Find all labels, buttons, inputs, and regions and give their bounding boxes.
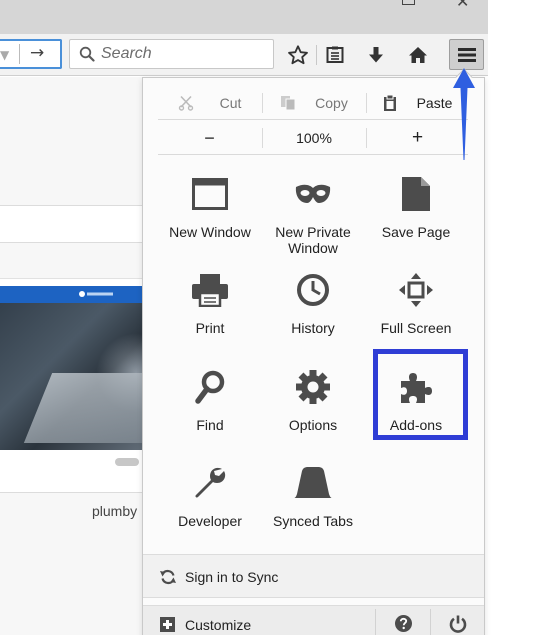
quit-button[interactable] — [431, 606, 484, 635]
sync-icon — [160, 569, 176, 585]
window-titlebar: ✕ — [0, 0, 488, 34]
synced-tabs-button[interactable]: Synced Tabs — [261, 455, 365, 547]
new-window-button[interactable]: New Window — [158, 166, 262, 258]
home-icon — [409, 47, 427, 63]
hamburger-menu-icon — [457, 47, 476, 62]
maximize-button[interactable] — [402, 0, 415, 5]
search-bar[interactable] — [69, 39, 274, 69]
printer-icon — [192, 274, 228, 307]
outside-window-area — [488, 0, 535, 635]
full-screen-icon — [399, 273, 433, 307]
find-label: Find — [196, 417, 224, 433]
thumbnail-footer-logo — [115, 458, 139, 466]
bookmarks-menu-button[interactable] — [321, 41, 349, 69]
customize-button[interactable]: Customize — [143, 606, 375, 635]
options-button[interactable]: Options — [261, 359, 365, 451]
history-button[interactable]: History — [261, 262, 365, 354]
synced-tabs-label: Synced Tabs — [273, 513, 353, 529]
paste-label: Paste — [416, 95, 453, 111]
downloads-button[interactable] — [362, 41, 390, 69]
navigation-toolbar: ▼ → — [0, 34, 488, 76]
power-icon — [449, 615, 467, 633]
find-button[interactable]: Find — [158, 359, 262, 451]
search-input[interactable] — [101, 45, 266, 63]
new-private-window-label: New Private Window — [275, 224, 351, 256]
magnifier-icon — [195, 370, 225, 404]
add-ons-highlight-box — [373, 349, 468, 440]
page-content-field — [0, 205, 142, 243]
new-window-icon — [192, 178, 228, 210]
copy-button[interactable]: Copy — [263, 86, 365, 120]
url-dropdown-icon[interactable]: ▼ — [0, 48, 9, 62]
help-question-icon — [395, 615, 412, 632]
star-icon — [288, 45, 308, 65]
zoom-controls-row: − 100% + — [158, 121, 468, 155]
download-arrow-icon — [369, 47, 383, 63]
history-clock-icon — [297, 274, 329, 306]
sign-in-to-sync-label: Sign in to Sync — [185, 569, 279, 585]
copy-label: Copy — [315, 95, 348, 111]
home-button[interactable] — [404, 41, 432, 69]
full-screen-label: Full Screen — [380, 320, 452, 336]
options-label: Options — [288, 417, 338, 433]
clipboard-icon — [383, 94, 396, 111]
new-private-window-button[interactable]: New Private Window — [261, 166, 365, 258]
thumbnail-laptop-image — [23, 373, 142, 443]
synced-tabs-icon — [294, 467, 332, 498]
cut-button[interactable]: Cut — [158, 86, 261, 120]
print-label: Print — [195, 320, 225, 336]
thumbnail-photo — [0, 303, 142, 450]
go-arrow-icon[interactable]: → — [30, 43, 44, 63]
thumbnail-logo-image — [79, 291, 113, 297]
bookmark-star-button[interactable] — [284, 41, 312, 69]
gear-icon — [296, 370, 330, 404]
edit-controls-row: Cut Copy Paste — [158, 86, 468, 120]
new-window-label: New Window — [169, 224, 251, 240]
cut-label: Cut — [219, 95, 242, 111]
developer-label: Developer — [178, 513, 242, 529]
wrench-icon — [195, 467, 226, 498]
copy-icon — [281, 96, 296, 111]
url-bar[interactable]: ▼ → — [0, 39, 62, 69]
thumbnail-header-bar — [0, 286, 142, 303]
save-page-button[interactable]: Save Page — [364, 166, 468, 258]
help-button[interactable] — [376, 606, 430, 635]
panel-footer: Customize — [143, 605, 484, 635]
developer-button[interactable]: Developer — [158, 455, 262, 547]
thumbnail-site-label[interactable]: plumby — [92, 503, 137, 519]
search-icon — [79, 46, 95, 62]
print-button[interactable]: Print — [158, 262, 262, 354]
bookmarks-list-icon — [326, 46, 344, 63]
save-page-label: Save Page — [381, 224, 451, 240]
history-label: History — [291, 320, 335, 336]
customize-plus-icon — [160, 617, 175, 632]
full-screen-button[interactable]: Full Screen — [364, 262, 468, 354]
customize-label: Customize — [185, 617, 252, 633]
scissors-icon — [178, 95, 193, 111]
sign-in-to-sync-button[interactable]: Sign in to Sync — [143, 554, 484, 598]
annotation-arrow-icon — [453, 68, 475, 160]
private-mask-icon — [295, 184, 331, 203]
toolbar-separator — [316, 45, 317, 65]
save-page-icon — [402, 177, 430, 211]
url-separator — [19, 44, 20, 64]
close-window-button[interactable]: ✕ — [456, 0, 469, 11]
zoom-out-button[interactable]: − — [158, 121, 261, 155]
zoom-reset-button[interactable]: 100% — [263, 121, 365, 155]
